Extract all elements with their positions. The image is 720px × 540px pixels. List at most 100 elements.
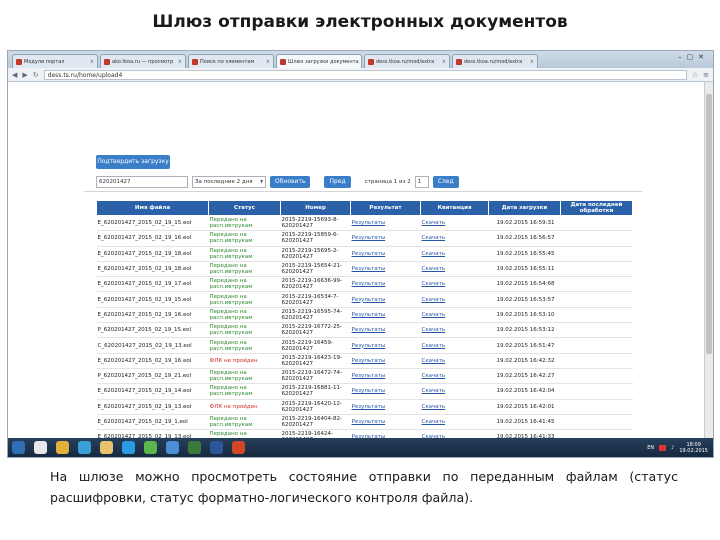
last-processed-cell bbox=[560, 399, 633, 415]
receipt-link[interactable]: Скачать bbox=[420, 414, 489, 431]
menu-icon[interactable]: ≡ bbox=[703, 71, 709, 79]
browser-tab[interactable]: dess.tkoa.ru/mod/extra × bbox=[364, 54, 450, 68]
result-link[interactable]: Результаты bbox=[350, 246, 421, 262]
column-header[interactable]: Номер bbox=[280, 200, 351, 216]
paint-icon[interactable] bbox=[78, 441, 91, 454]
scrollbar[interactable] bbox=[704, 82, 713, 438]
receipt-link[interactable]: Скачать bbox=[420, 307, 489, 324]
browser-tab[interactable]: dess.tkoa.ru/mod/extra × bbox=[452, 54, 538, 68]
tab-close-icon[interactable]: × bbox=[178, 59, 182, 65]
result-link[interactable]: Результаты bbox=[350, 307, 421, 324]
refresh-button[interactable]: Обновить bbox=[270, 176, 311, 188]
receipt-link[interactable]: Скачать bbox=[420, 337, 489, 354]
network-icon[interactable] bbox=[166, 441, 179, 454]
table-row[interactable]: E_620201427_2015_02_19_16.eol Передано на… bbox=[96, 307, 633, 324]
table-row[interactable]: P_620201427_2015_02_19_15.eol Передано на… bbox=[96, 322, 633, 339]
table-row[interactable]: E_620201427_2015_02_19_15.eol Передано на… bbox=[96, 215, 633, 232]
tab-close-icon[interactable]: × bbox=[442, 59, 446, 65]
result-link[interactable]: Результаты bbox=[350, 215, 421, 232]
receipt-link[interactable]: Скачать bbox=[420, 399, 489, 415]
explorer-icon[interactable] bbox=[100, 441, 113, 454]
table-row[interactable]: E_620201427_2015_02_19_14.eol Передано на… bbox=[96, 383, 633, 400]
status-cell: Передано на расп.ивтрукам bbox=[208, 307, 281, 324]
result-link[interactable]: Результаты bbox=[350, 291, 421, 308]
column-header[interactable]: Результат bbox=[350, 200, 421, 216]
number-field[interactable]: 620201427 bbox=[96, 176, 188, 188]
column-header[interactable]: Дата последней обработки bbox=[560, 200, 633, 216]
slide-title: Шлюз отправки электронных документов bbox=[152, 12, 568, 32]
prev-page-button[interactable]: Пред bbox=[324, 176, 351, 188]
tab-close-icon[interactable]: × bbox=[361, 59, 362, 65]
word-icon[interactable] bbox=[210, 441, 223, 454]
table-row[interactable]: E_620201427_2015_02_19_17.eol Передано на… bbox=[96, 276, 633, 293]
tab-favicon-icon bbox=[368, 58, 374, 65]
receipt-link[interactable]: Скачать bbox=[420, 215, 489, 232]
result-link[interactable]: Результаты bbox=[350, 261, 421, 278]
result-link[interactable]: Результаты bbox=[350, 337, 421, 354]
table-row[interactable]: E_620201427_2015_02_19_1.eol Передано на … bbox=[96, 414, 633, 431]
skype-icon[interactable] bbox=[122, 441, 135, 454]
table-row[interactable]: E_620201427_2015_02_19_16.eol ФЛК не прой… bbox=[96, 353, 633, 369]
result-link[interactable]: Результаты bbox=[350, 322, 421, 339]
tab-close-icon[interactable]: × bbox=[90, 59, 94, 65]
next-page-button[interactable]: След bbox=[432, 176, 459, 188]
url-input[interactable]: dess.ts.ru/home/upload4 bbox=[43, 69, 687, 80]
column-header[interactable]: Дата загрузки bbox=[488, 200, 561, 216]
files-table: Имя файла Статус Номер Результат Квитанция Да… bbox=[96, 200, 633, 457]
table-row[interactable]: P_620201427_2015_02_19_21.eol Передано на… bbox=[96, 368, 633, 385]
table-row[interactable]: E_620201427_2015_02_19_18.eol Передано на… bbox=[96, 246, 633, 262]
star-icon[interactable]: ☆ bbox=[692, 71, 698, 79]
tab-label: Шлюз загрузки документа bbox=[288, 58, 359, 65]
table-row[interactable]: E_620201427_2015_02_19_16.eol Передано на… bbox=[96, 230, 633, 247]
table-row[interactable]: C_620201427_2015_02_19_13.eol Передано на… bbox=[96, 337, 633, 354]
receipt-link[interactable]: Скачать bbox=[420, 276, 489, 293]
browser-tab[interactable]: Поиск по элементам × bbox=[188, 54, 274, 68]
result-link[interactable]: Результаты bbox=[350, 276, 421, 293]
reload-icon[interactable]: ↻ bbox=[33, 71, 39, 79]
powerpoint-icon[interactable] bbox=[232, 441, 245, 454]
status-cell: ФЛК не пройден bbox=[208, 399, 281, 415]
clock[interactable]: 18:09 19.02.2015 bbox=[679, 442, 708, 454]
browser-tab[interactable]: ako.tkoa.ru — просмотр × bbox=[100, 54, 186, 68]
chat-icon[interactable] bbox=[144, 441, 157, 454]
table-row[interactable]: E_620201427_2015_02_19_13.eol ФЛК не прой… bbox=[96, 399, 633, 415]
column-header[interactable]: Статус bbox=[208, 200, 281, 216]
receipt-link[interactable]: Скачать bbox=[420, 230, 489, 247]
result-link[interactable]: Результаты bbox=[350, 230, 421, 247]
receipt-link[interactable]: Скачать bbox=[420, 368, 489, 385]
receipt-link[interactable]: Скачать bbox=[420, 353, 489, 369]
result-link[interactable]: Результаты bbox=[350, 414, 421, 431]
media-icon[interactable] bbox=[34, 441, 47, 454]
confirm-upload-button[interactable]: Подтвердить загрузку bbox=[96, 155, 170, 169]
period-select[interactable]: За последние 2 дня ▾ bbox=[192, 176, 266, 188]
tab-label: dess.tkoa.ru/mod/extra bbox=[464, 58, 523, 65]
browser-tab[interactable]: Модули портал × bbox=[12, 54, 98, 68]
table-row[interactable]: E_620201427_2015_02_19_18.eol Передано на… bbox=[96, 261, 633, 278]
window-controls[interactable]: –▢✕ bbox=[678, 53, 709, 61]
shield-icon[interactable] bbox=[188, 441, 201, 454]
page-number-field[interactable]: 1 bbox=[414, 176, 429, 188]
column-header[interactable]: Квитанция bbox=[420, 200, 489, 216]
start-icon[interactable] bbox=[12, 441, 25, 454]
result-link[interactable]: Результаты bbox=[350, 353, 421, 369]
result-link[interactable]: Результаты bbox=[350, 368, 421, 385]
column-header[interactable]: Имя файла bbox=[96, 200, 209, 216]
chrome-icon[interactable] bbox=[56, 441, 69, 454]
page-label: страница 1 из 2 bbox=[364, 179, 411, 185]
tab-close-icon[interactable]: × bbox=[530, 59, 534, 65]
receipt-link[interactable]: Скачать bbox=[420, 291, 489, 308]
tab-close-icon[interactable]: × bbox=[266, 59, 270, 65]
sound-icon[interactable]: ♪ bbox=[671, 445, 674, 451]
result-link[interactable]: Результаты bbox=[350, 383, 421, 400]
table-row[interactable]: E_620201427_2015_02_19_15.eol Передано на… bbox=[96, 291, 633, 308]
language-indicator[interactable]: EN bbox=[647, 445, 654, 451]
receipt-link[interactable]: Скачать bbox=[420, 246, 489, 262]
receipt-link[interactable]: Скачать bbox=[420, 383, 489, 400]
result-link[interactable]: Результаты bbox=[350, 399, 421, 415]
scrollbar-thumb[interactable] bbox=[706, 94, 712, 354]
browser-tab[interactable]: Шлюз загрузки документа× bbox=[276, 54, 362, 68]
forward-icon[interactable]: ▶ bbox=[22, 71, 27, 79]
receipt-link[interactable]: Скачать bbox=[420, 322, 489, 339]
receipt-link[interactable]: Скачать bbox=[420, 261, 489, 278]
back-icon[interactable]: ◀ bbox=[12, 71, 17, 79]
